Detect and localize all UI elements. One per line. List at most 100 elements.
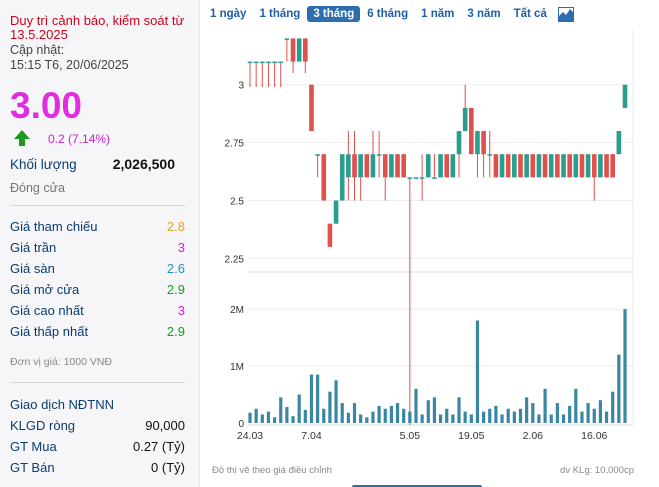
- volume-bar: [285, 407, 289, 423]
- candle-body: [425, 154, 431, 178]
- candle-body: [579, 154, 585, 178]
- date-tick-label: 19.05: [458, 430, 484, 442]
- volume-bar: [359, 414, 363, 423]
- candle-body: [432, 177, 437, 179]
- candle-body: [401, 154, 406, 178]
- candle-body: [524, 154, 529, 178]
- volume-bar: [586, 403, 590, 423]
- stat-row: Giá tham chiếu 2.8: [10, 216, 185, 237]
- candle-body: [382, 154, 388, 178]
- area-chart-icon[interactable]: [557, 6, 574, 22]
- date-tick-label: 2.06: [523, 430, 544, 442]
- candle-body: [462, 107, 468, 132]
- tab-3-months[interactable]: 3 tháng: [307, 6, 361, 22]
- volume-tick-label: 1M: [230, 362, 244, 373]
- volume-bar: [568, 405, 572, 423]
- foreign-row: KLGD ròng 90,000: [10, 415, 185, 436]
- volume-bar: [438, 414, 443, 423]
- stat-value: 3: [177, 303, 185, 318]
- foreign-trading: Giao dịch NĐTNN KLGD ròng 90,000 GT Mua 0.…: [10, 395, 185, 478]
- volume-bar: [248, 412, 252, 423]
- tab-1-year[interactable]: 1 năm: [415, 6, 460, 22]
- candle-body: [530, 154, 536, 178]
- volume-bar: [272, 417, 277, 423]
- candle-body: [598, 154, 603, 178]
- foreign-value: 90,000: [145, 418, 185, 433]
- candle-body: [284, 38, 290, 40]
- candle-body: [278, 61, 284, 64]
- volume-bar: [457, 397, 461, 423]
- date-tick-label: 16.06: [581, 430, 607, 442]
- volume-bar: [500, 414, 504, 423]
- candle-body: [616, 131, 622, 155]
- candle-body: [376, 154, 382, 156]
- volume-bar: [414, 388, 418, 423]
- candle-body: [561, 154, 566, 178]
- candle-body: [475, 131, 480, 155]
- tab-1-month[interactable]: 1 tháng: [253, 6, 306, 22]
- stat-label: Giá tham chiếu: [10, 219, 98, 234]
- candle-body: [296, 38, 302, 62]
- volume-bar: [494, 405, 498, 423]
- price-change: 0.2 (7.14%): [48, 132, 111, 146]
- tab-3-years[interactable]: 3 năm: [461, 6, 506, 22]
- volume-bar: [426, 400, 430, 423]
- volume-bar: [322, 408, 326, 423]
- volume-bar: [482, 411, 486, 423]
- price-tick-label: 2.25: [225, 254, 245, 265]
- candle-body: [364, 154, 370, 178]
- tab-all[interactable]: Tất cả: [508, 6, 553, 22]
- volume-bar: [254, 408, 258, 423]
- candle-body: [315, 154, 320, 156]
- volume-bar: [377, 405, 381, 423]
- volume-bar: [408, 411, 412, 423]
- volume-bar: [598, 400, 603, 423]
- tab-6-months[interactable]: 6 tháng: [361, 6, 414, 22]
- volume-bar: [525, 397, 529, 423]
- candle-body: [272, 61, 277, 64]
- stat-value: 2.6: [166, 261, 185, 276]
- candle-body: [536, 154, 542, 178]
- candle-body: [456, 131, 462, 155]
- volume-bar: [297, 394, 301, 423]
- stat-row: Giá thấp nhất 2.9: [10, 321, 185, 342]
- stock-chart: 2.25 2.5 2.75 3 0 1M 2M 24.03 7.04 5.05 19.05 2.06 1…: [225, 30, 634, 442]
- volume-bar: [574, 388, 578, 423]
- candle-body: [548, 154, 554, 178]
- close-status: Đóng cửa: [10, 181, 185, 206]
- volume-bar: [346, 412, 350, 423]
- volume-label: Khối lượng: [10, 157, 77, 172]
- volume-bar: [260, 414, 264, 423]
- candle-body: [505, 154, 511, 178]
- volume-bar: [420, 414, 424, 423]
- price-tick-label: 2.75: [225, 139, 245, 150]
- date-tick-label: 5.05: [400, 430, 421, 442]
- candle-body: [413, 177, 419, 179]
- stat-label: Giá thấp nhất: [10, 324, 89, 339]
- stat-value: 2.9: [166, 324, 185, 339]
- candle-body: [327, 223, 333, 247]
- candle-body: [259, 61, 265, 64]
- foreign-row: GT Bán 0 (Tỷ): [10, 457, 185, 478]
- tab-1-day[interactable]: 1 ngày: [204, 6, 252, 22]
- candle-body: [573, 154, 579, 178]
- update-time: 15:15 T6, 20/06/2025: [10, 58, 129, 72]
- candle-body: [555, 154, 560, 178]
- candle-body: [419, 177, 425, 179]
- candle-body: [370, 154, 376, 178]
- price-chart-area: 2.25 2.5 2.75 3 0 1M 2M 24.03 7.04 5.05 19.05 2.06 1…: [200, 30, 659, 487]
- volume-bar: [604, 411, 609, 423]
- volume-bar: [506, 408, 510, 423]
- candle-body: [591, 154, 597, 178]
- stat-value: 2.8: [166, 219, 185, 234]
- date-tick-label: 24.03: [237, 430, 263, 442]
- candle-body: [469, 107, 474, 155]
- volume-bar: [488, 408, 492, 423]
- foreign-label: KLGD ròng: [10, 418, 76, 433]
- volume-tick-label: 0: [238, 419, 244, 430]
- date-tick-label: 7.04: [301, 430, 322, 442]
- price-tick-label: 3: [238, 81, 244, 92]
- volume-value: 2,026,500: [112, 156, 175, 172]
- volume-bar: [303, 409, 307, 423]
- candle-body: [395, 154, 400, 178]
